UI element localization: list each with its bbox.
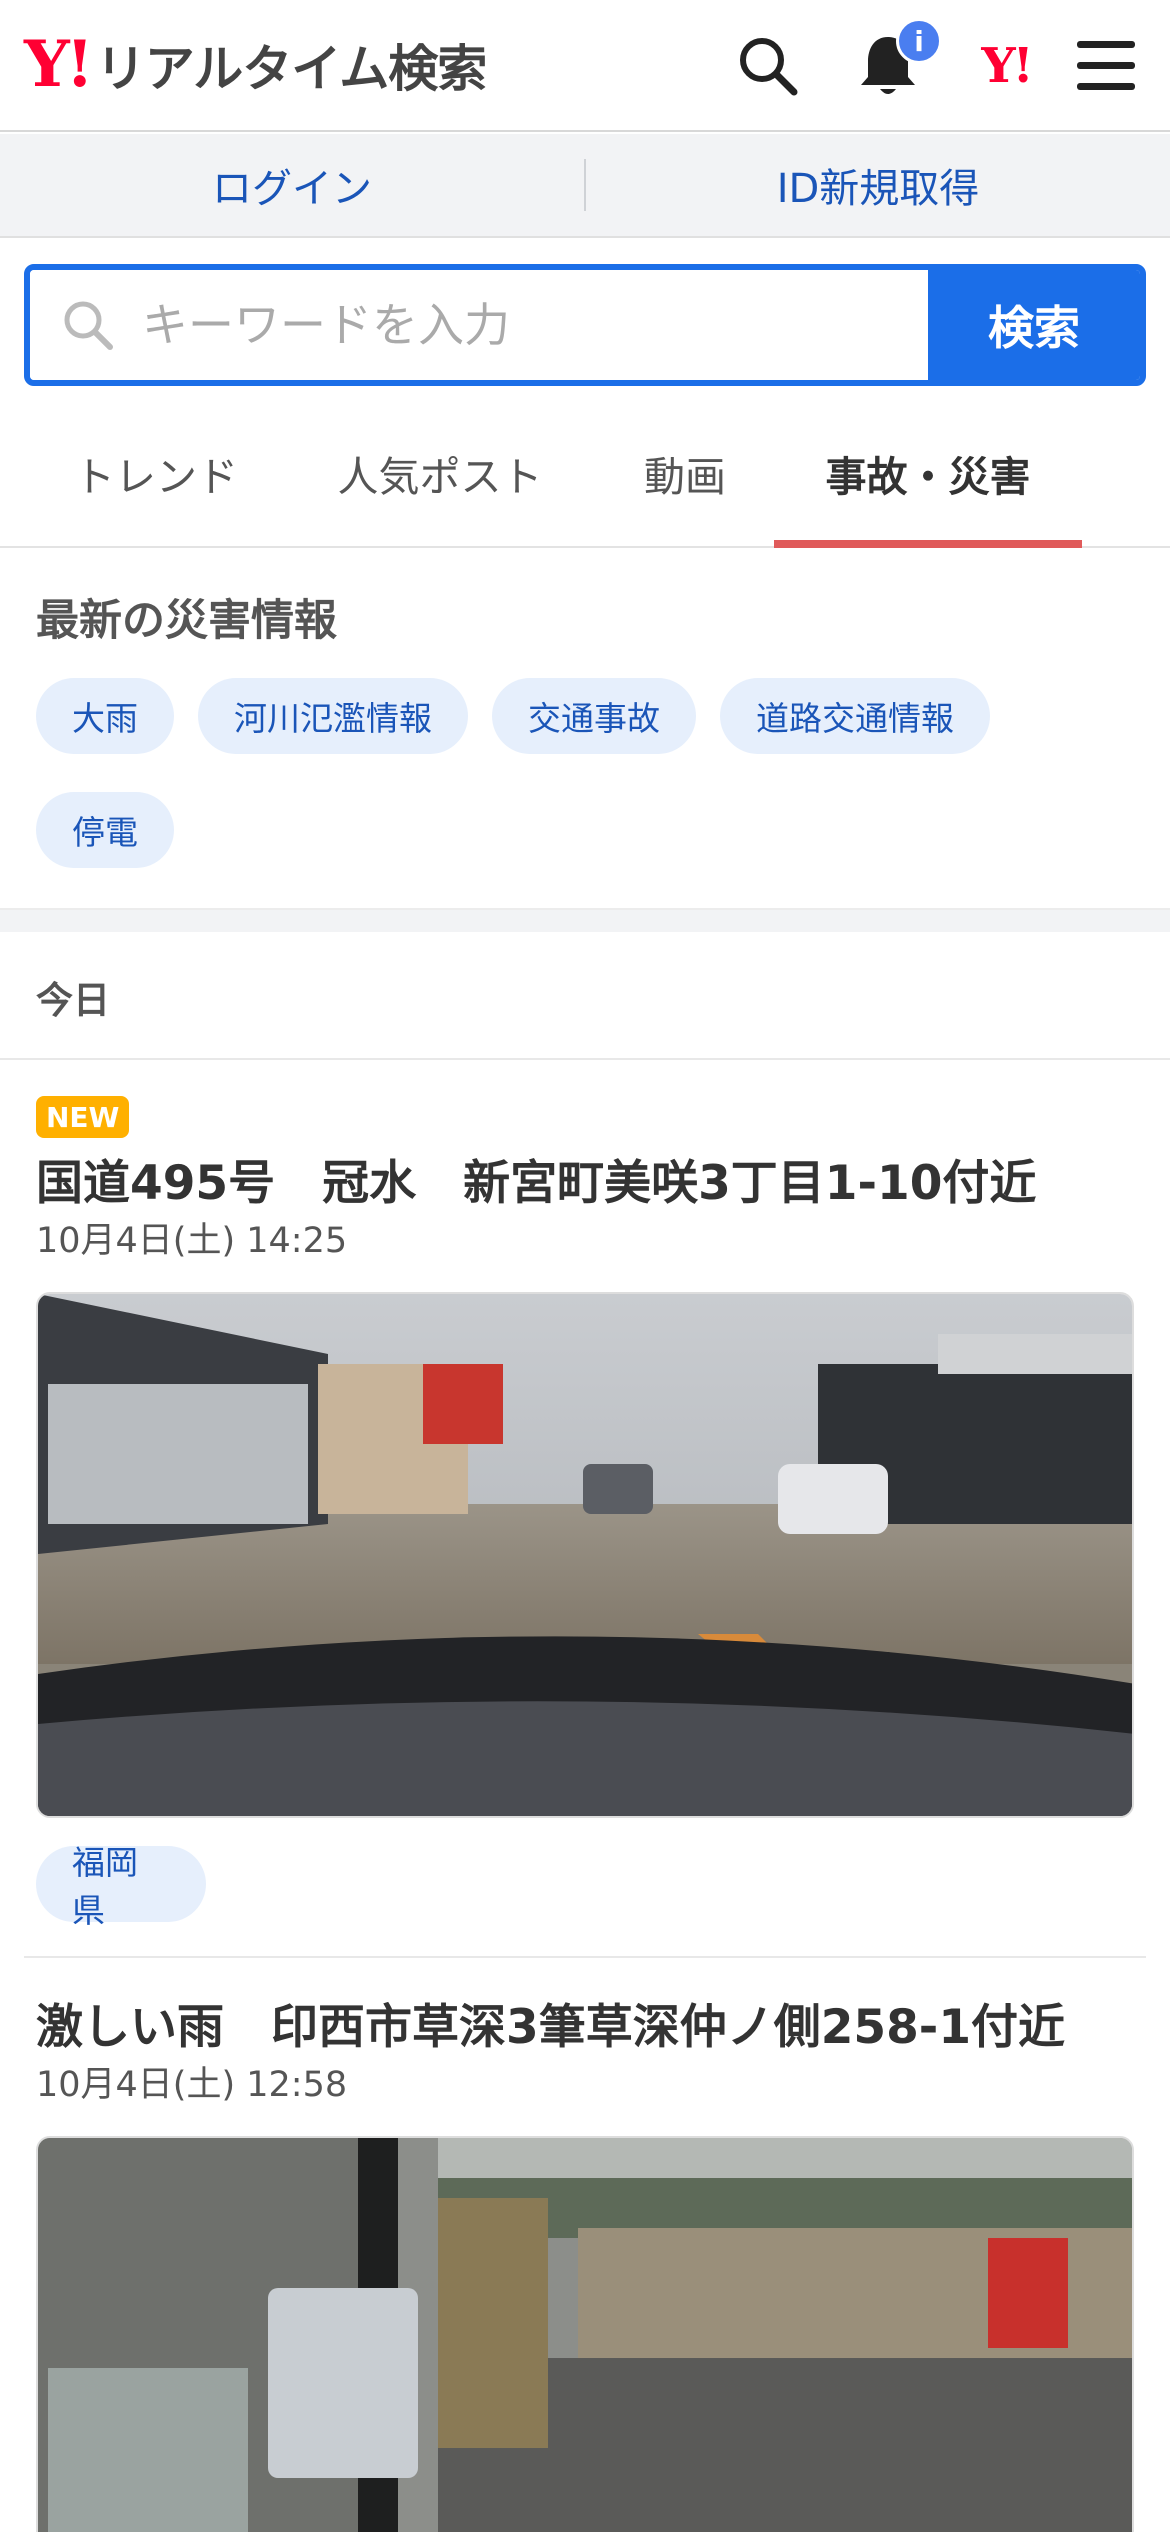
chip-river-flood[interactable]: 河川氾濫情報 bbox=[198, 678, 468, 754]
app-header: Y! リアルタイム検索 i Y! bbox=[0, 0, 1170, 132]
search-field-icon bbox=[64, 301, 113, 350]
disaster-info-section: 最新の災害情報 大雨 河川氾濫情報 交通事故 道路交通情報 停電 bbox=[0, 550, 1170, 908]
login-link[interactable]: ログイン bbox=[0, 134, 584, 236]
category-tabs: トレンド 人気ポスト 動画 事故・災害 bbox=[0, 400, 1170, 548]
search-field[interactable] bbox=[30, 270, 928, 380]
tab-video[interactable]: 動画 bbox=[610, 400, 760, 546]
chip-heavy-rain[interactable]: 大雨 bbox=[36, 678, 174, 754]
date-group-header: 今日 bbox=[0, 932, 1170, 1060]
notification-badge: i bbox=[896, 18, 942, 64]
tab-accident-disaster[interactable]: 事故・災害 bbox=[774, 400, 1082, 548]
hamburger-menu-icon[interactable] bbox=[1068, 28, 1144, 104]
chip-power-outage[interactable]: 停電 bbox=[36, 792, 174, 868]
logo-title: リアルタイム検索 bbox=[95, 40, 487, 98]
post-divider bbox=[24, 1956, 1146, 1958]
search-box: 検索 bbox=[24, 264, 1146, 386]
tab-popular-posts[interactable]: 人気ポスト bbox=[320, 400, 560, 546]
yahoo-japan-icon[interactable]: Y! bbox=[968, 28, 1044, 104]
account-bar: ログイン ID新規取得 bbox=[0, 134, 1170, 238]
search-icon[interactable] bbox=[730, 28, 806, 104]
search-input[interactable] bbox=[142, 298, 902, 352]
chip-traffic-accident[interactable]: 交通事故 bbox=[492, 678, 696, 754]
date-group-label: 今日 bbox=[36, 979, 110, 1022]
search-button[interactable]: 検索 bbox=[928, 270, 1140, 380]
post-image[interactable] bbox=[36, 1292, 1134, 1818]
yahoo-japan-mark: Y! bbox=[981, 38, 1033, 94]
notification-bell-icon[interactable]: i bbox=[850, 18, 942, 104]
post-date: 10月4日(土) 14:25 bbox=[36, 1221, 348, 1261]
post-title[interactable]: 激しい雨 印西市草深3筆草深仲ノ側258-1付近 bbox=[36, 1988, 1065, 2057]
section-title: 最新の災害情報 bbox=[36, 596, 337, 646]
yahoo-logo-mark: Y! bbox=[24, 27, 94, 102]
register-link[interactable]: ID新規取得 bbox=[586, 134, 1170, 236]
tab-trend[interactable]: トレンド bbox=[36, 400, 276, 546]
chip-prefecture-tag[interactable]: 福岡県 bbox=[36, 1843, 206, 1930]
chip-road-traffic[interactable]: 道路交通情報 bbox=[720, 678, 990, 754]
post-date: 10月4日(土) 12:58 bbox=[36, 2065, 348, 2105]
post-title[interactable]: 国道495号 冠水 新宮町美咲3丁目1-10付近 bbox=[36, 1144, 1036, 1213]
section-divider bbox=[0, 908, 1170, 932]
new-badge: NEW bbox=[36, 1096, 130, 1138]
yahoo-realtime-logo[interactable]: Y! リアルタイム検索 bbox=[24, 27, 487, 102]
post-image[interactable] bbox=[36, 2136, 1134, 2532]
